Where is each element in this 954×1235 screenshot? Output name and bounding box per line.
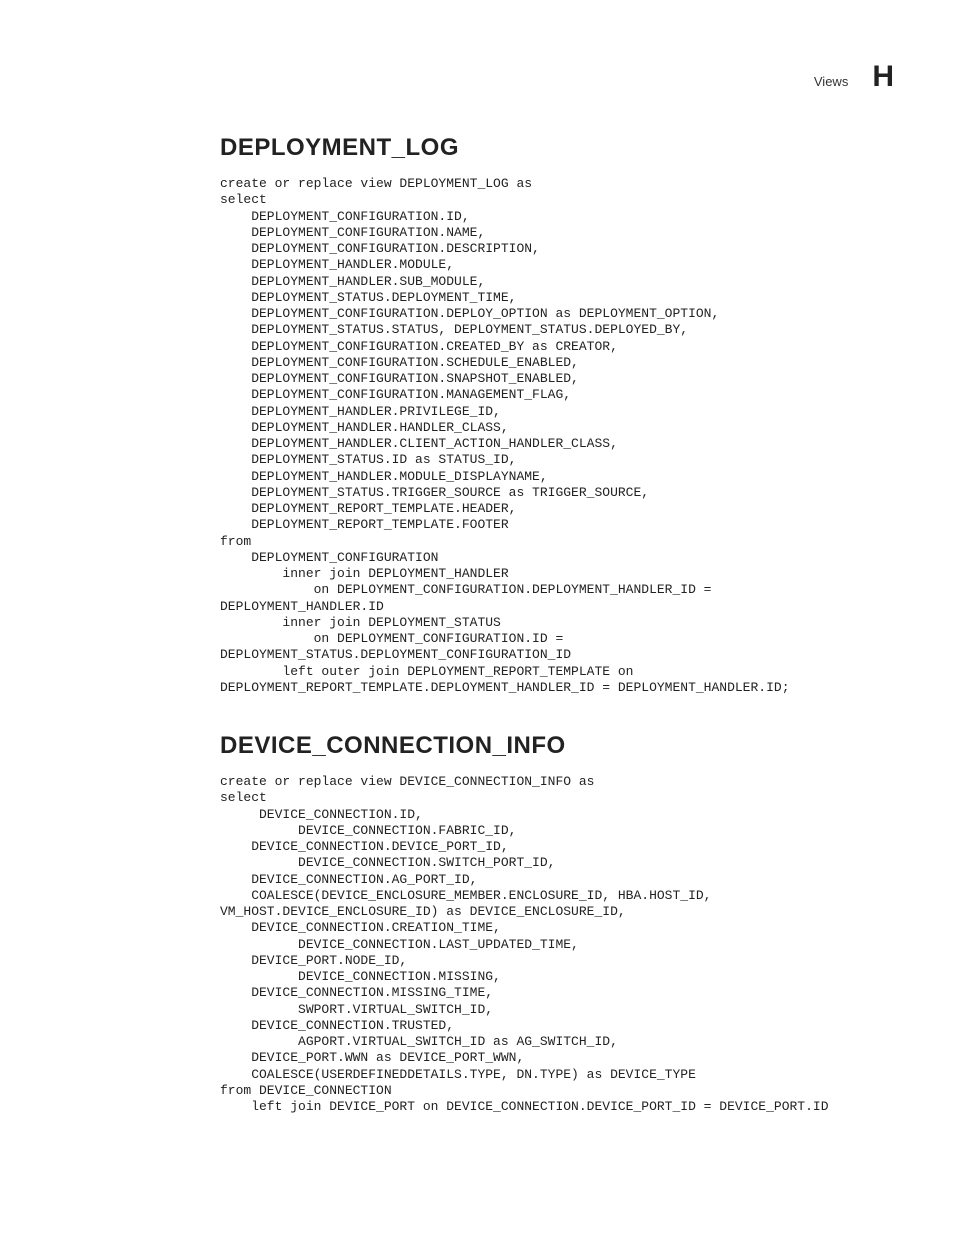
section-heading-deployment-log: DEPLOYMENT_LOG [220, 134, 894, 162]
header-section-label: Views [814, 74, 848, 89]
section-heading-device-connection-info: DEVICE_CONNECTION_INFO [220, 732, 894, 760]
page-header: Views H [60, 60, 894, 94]
code-block-device-connection-info: create or replace view DEVICE_CONNECTION… [220, 774, 894, 1115]
content-column: DEPLOYMENT_LOG create or replace view DE… [220, 134, 894, 1115]
page: Views H DEPLOYMENT_LOG create or replace… [0, 0, 954, 1235]
header-appendix-letter: H [872, 60, 894, 94]
code-block-deployment-log: create or replace view DEPLOYMENT_LOG as… [220, 176, 894, 696]
